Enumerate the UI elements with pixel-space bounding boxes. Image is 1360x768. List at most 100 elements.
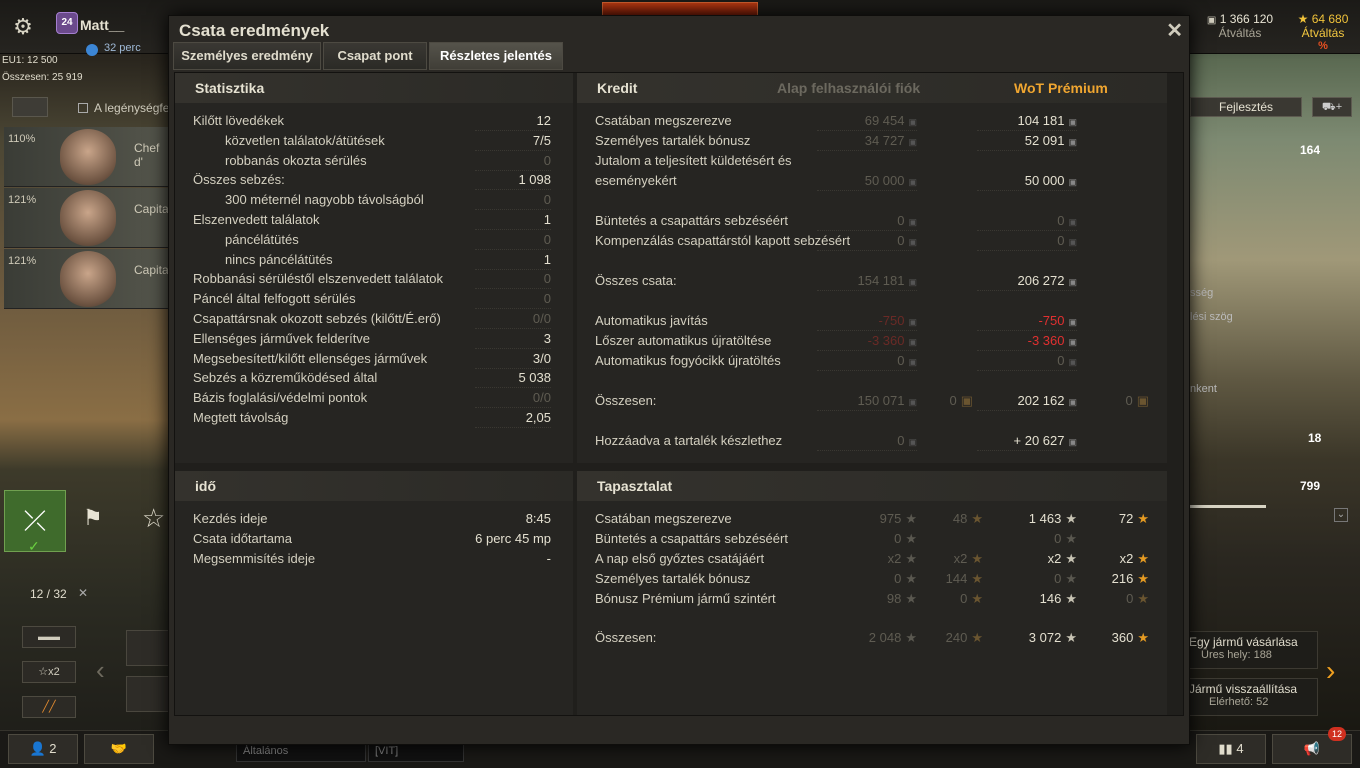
platoon-count: 2 bbox=[49, 741, 57, 756]
credit-label: Kompenzálás csapattárstól kapott sebzésé… bbox=[595, 233, 851, 248]
gold-icon: ★ bbox=[1297, 12, 1309, 26]
premium-xp-cell: 3 072 ★ bbox=[977, 628, 1077, 648]
xp-label: Büntetés a csapattárs sebzéséért bbox=[595, 531, 788, 546]
premium-xp-cell: 0 ★ bbox=[977, 569, 1077, 589]
credit-row: Összesen: 150 071 ▣ 202 162 ▣ 0 ▣ 0 ▣ bbox=[577, 391, 1167, 411]
spec-text: nkent bbox=[1190, 383, 1217, 395]
premium-free-xp-cell: 216 ★ bbox=[1077, 569, 1149, 589]
stat-value: 0 bbox=[543, 192, 551, 208]
xp-star-icon: ★ bbox=[1065, 591, 1077, 606]
dotted-leader bbox=[977, 190, 1077, 191]
credit-icon: ▣ bbox=[1068, 117, 1077, 127]
stat-value: 2,05 bbox=[525, 410, 551, 425]
stat-row: Bázis foglalási/védelmi pontok 0/0 bbox=[175, 388, 573, 409]
basic-free-xp-cell: x2 ★ bbox=[917, 549, 983, 569]
stat-label: Megsebesített/kilőtt ellenséges járművek bbox=[193, 350, 428, 366]
premium-xp-value: 146 bbox=[1039, 591, 1062, 606]
user-icon: 👤 bbox=[29, 741, 46, 756]
stat-value: 1 bbox=[543, 251, 551, 267]
vehicle-compare-icon[interactable]: ⛟+ bbox=[1312, 97, 1352, 117]
credits-exchange-label: Átváltás bbox=[1218, 26, 1262, 40]
tab-team-score[interactable]: Csapat pont bbox=[323, 42, 427, 70]
credit-icon: ▣ bbox=[1068, 337, 1077, 347]
total-stat: Összesen: 25 919 bbox=[2, 72, 83, 83]
premium-xp-value: 0 bbox=[1054, 531, 1062, 546]
crew-member[interactable]: 121% Capita bbox=[4, 249, 170, 309]
tab-personal-result[interactable]: Személyes eredmény bbox=[173, 42, 321, 70]
xp-row: Büntetés a csapattárs sebzéséért 0 ★ 0 ★ bbox=[577, 529, 1167, 549]
crew-portrait bbox=[60, 251, 116, 307]
dotted-leader bbox=[817, 450, 917, 451]
clear-filter-icon[interactable]: ✕ bbox=[78, 586, 88, 600]
credit-row: Személyes tartalék bónusz 34 727 ▣ 52 091 ▣ bbox=[577, 131, 1167, 151]
xp-x2-filter[interactable]: ☆x2 bbox=[22, 661, 76, 683]
credit-icon: ▣ bbox=[1068, 277, 1077, 287]
credit-icon: ▣ bbox=[1068, 397, 1077, 407]
settings-gear-icon[interactable]: ⚙ bbox=[8, 12, 38, 42]
star-icon[interactable]: ☆ bbox=[142, 503, 165, 534]
credit-row: Jutalom a teljesített küldetésért és esem… bbox=[577, 151, 1167, 191]
xp-star-icon: ★ bbox=[1065, 551, 1077, 566]
credit-icon: ▣ bbox=[908, 437, 917, 447]
platoon-button[interactable]: 👤 2 bbox=[8, 734, 78, 764]
tab-detailed-report[interactable]: Részletes jelentés bbox=[429, 42, 563, 70]
basic-xp-cell: 0 ★ bbox=[817, 569, 917, 589]
crew-member[interactable]: 110% Chef d' bbox=[4, 127, 170, 187]
credit-row: Automatikus javítás -750 ▣ -750 ▣ bbox=[577, 311, 1167, 331]
carousel-right-arrow-icon[interactable]: › bbox=[1326, 655, 1335, 687]
premium-xp-cell: 0 ★ bbox=[977, 529, 1077, 549]
stat-label: Megtett távolság bbox=[193, 410, 289, 425]
stat-row: robbanás okozta sérülés 0 bbox=[175, 151, 573, 171]
player-name[interactable]: Matt__ bbox=[80, 17, 124, 33]
close-icon[interactable]: ✕ bbox=[1166, 18, 1183, 43]
xp-star-icon: ★ bbox=[1065, 630, 1077, 645]
stats-button[interactable]: ▮▮ 4 bbox=[1196, 734, 1266, 764]
gold-wallet[interactable]: ★ 64 680 Átváltás % bbox=[1290, 12, 1356, 52]
expand-chevron-icon[interactable]: ⌄ bbox=[1334, 508, 1348, 522]
flag-icon[interactable]: ⚑ bbox=[83, 505, 103, 531]
stat-label: Robbanási sérüléstől elszenvedett talála… bbox=[193, 271, 444, 287]
crew-button[interactable] bbox=[12, 97, 48, 117]
gold-exchange-label: Átváltás bbox=[1301, 26, 1345, 40]
basic-free-xp-value: 48 bbox=[952, 511, 968, 526]
credit-icon: ▣ bbox=[1068, 137, 1077, 147]
stat-label: Elszenvedett találatok bbox=[193, 212, 320, 227]
credit-label: Jutalom a teljesített küldetésért és bbox=[595, 153, 792, 168]
premium-free-xp-value: 360 bbox=[1111, 630, 1134, 645]
battle-results-window: Csata eredmények ✕ Személyes eredmény Cs… bbox=[168, 15, 1190, 745]
basic-credit-value: 0 bbox=[897, 213, 905, 228]
camo-filter-icon[interactable]: ╱╱ bbox=[22, 696, 76, 718]
carousel-left-arrow-icon[interactable]: ‹ bbox=[96, 655, 105, 686]
basic-credit-value: -750 bbox=[878, 313, 905, 328]
spec-text: lési szög bbox=[1190, 311, 1233, 323]
premium-credit-cell: -750 ▣ bbox=[977, 311, 1077, 332]
premium-xp-value: 1 463 bbox=[1028, 511, 1062, 526]
credit-icon: ▣ bbox=[908, 317, 917, 327]
discount-badge: % bbox=[1318, 40, 1328, 52]
basic-credit-value: -3 360 bbox=[867, 333, 905, 348]
premium-credit-cell: 50 000 ▣ bbox=[977, 171, 1077, 192]
free-xp-star-icon: ★ bbox=[1137, 591, 1149, 606]
vehicle-slot[interactable] bbox=[126, 676, 170, 712]
stat-label: páncélátütés bbox=[225, 231, 299, 247]
basic-credit-cell: 150 071 ▣ bbox=[817, 391, 917, 412]
restore-vehicle-card[interactable]: Jármű visszaállítása Elérhető: 52 bbox=[1188, 678, 1318, 716]
buy-vehicle-card[interactable]: Egy jármű vásárlása Üres hely: 188 bbox=[1188, 631, 1318, 669]
credits-wallet[interactable]: ▣ 1 366 120 Átváltás bbox=[1198, 12, 1282, 40]
premium-free-xp-cell: 72 ★ bbox=[1077, 509, 1149, 529]
crew-filter-checkbox[interactable] bbox=[78, 103, 88, 113]
crew-member[interactable]: 121% Capita bbox=[4, 188, 170, 248]
credit-label: Hozzáadva a tartalék készlethez bbox=[595, 433, 783, 448]
basic-xp-cell: 98 ★ bbox=[817, 589, 917, 609]
horn-icon: 📢 bbox=[1303, 741, 1321, 756]
credit-icon: ▣ bbox=[908, 277, 917, 287]
basic-credit-cell: 0 ▣ bbox=[817, 211, 917, 232]
vehicle-slot[interactable] bbox=[126, 630, 170, 666]
develop-button[interactable]: Fejlesztés bbox=[1190, 97, 1302, 117]
premium-account-column-header: WoT Prémium bbox=[1014, 80, 1108, 96]
stat-label: Csapattársnak okozott sebzés (kilőtt/É.e… bbox=[193, 311, 441, 326]
friends-handshake-icon[interactable]: 🤝 bbox=[84, 734, 154, 764]
credit-icon: ▣ bbox=[1206, 15, 1217, 26]
time-value: 8:45 bbox=[525, 511, 551, 526]
tank-filter-icon[interactable]: ▬▬ bbox=[22, 626, 76, 648]
